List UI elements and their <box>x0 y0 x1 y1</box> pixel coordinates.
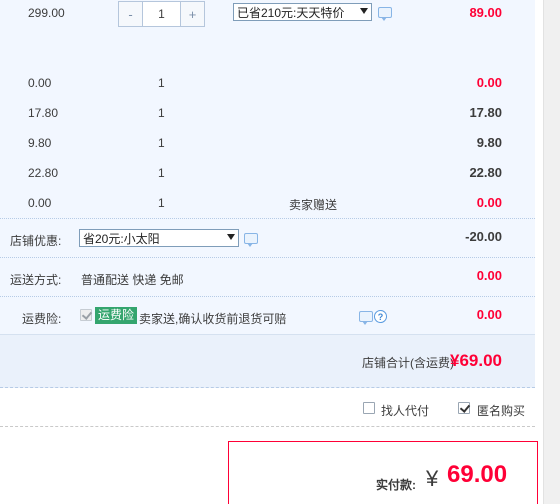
quantity-decrease-button[interactable]: - <box>119 2 143 26</box>
sub-item-quantity: 1 <box>158 76 165 90</box>
quantity-increase-button[interactable]: + <box>180 2 204 26</box>
sub-items-block <box>0 66 535 218</box>
help-icon[interactable]: ? <box>374 310 387 323</box>
anonymous-checkbox[interactable] <box>458 402 470 414</box>
proxy-pay-checkbox[interactable] <box>363 402 375 414</box>
chevron-down-icon <box>360 8 368 14</box>
payment-label: 实付款: <box>376 478 416 492</box>
sub-item-price: 22.80 <box>28 166 59 180</box>
divider <box>0 218 535 219</box>
sub-item-price: 17.80 <box>28 106 59 120</box>
shop-discount-amount: -20.00 <box>465 229 502 244</box>
shipping-label: 运送方式: <box>10 273 62 287</box>
quantity-input[interactable]: 1 <box>143 2 180 26</box>
payment-currency: ¥ <box>426 466 439 491</box>
sub-item-subtotal: 9.80 <box>476 135 502 150</box>
vertical-scrollbar[interactable] <box>543 0 560 504</box>
sub-item-subtotal: 17.80 <box>469 105 502 120</box>
sub-item-subtotal: 0.00 <box>476 75 502 90</box>
order-confirm-page: 299.00 - 1 + 已省210元:天天特价 89.00 0.00 1 0.… <box>0 0 540 504</box>
divider <box>0 257 535 258</box>
insurance-label: 运费险: <box>22 312 62 326</box>
sub-item-quantity: 1 <box>158 136 165 150</box>
gift-note: 卖家赠送 <box>289 198 338 212</box>
message-icon[interactable] <box>244 233 258 247</box>
insurance-amount: 0.00 <box>476 307 502 322</box>
chevron-down-icon <box>227 234 235 240</box>
item-promo-select-value: 已省210元:天天特价 <box>237 5 345 20</box>
sub-item-quantity: 1 <box>158 106 165 120</box>
main-item-price: 299.00 <box>28 6 65 20</box>
message-icon[interactable] <box>378 7 392 21</box>
divider <box>0 426 535 427</box>
insurance-checkbox <box>80 309 92 321</box>
sub-item-quantity: 1 <box>158 196 165 210</box>
quantity-stepper[interactable]: - 1 + <box>118 1 205 27</box>
shop-total-value: ¥69.00 <box>450 351 502 370</box>
shop-discount-select[interactable]: 省20元:小太阳 <box>79 229 239 247</box>
sub-item-price: 0.00 <box>28 76 52 90</box>
divider <box>0 296 535 297</box>
shipping-method[interactable]: 普通配送 快递 免邮 <box>81 271 184 288</box>
sub-item-subtotal: 22.80 <box>469 165 502 180</box>
sub-item-quantity: 1 <box>158 166 165 180</box>
shop-total-label: 店铺合计(含运费) <box>362 356 454 370</box>
shop-discount-label: 店铺优惠: <box>10 234 62 248</box>
anonymous-label[interactable]: 匿名购买 <box>477 402 525 419</box>
sub-item-price: 9.80 <box>28 136 52 150</box>
main-item-subtotal: 89.00 <box>469 5 502 20</box>
proxy-pay-label[interactable]: 找人代付 <box>381 402 429 419</box>
sub-item-subtotal: 0.00 <box>476 195 502 210</box>
shop-discount-select-value: 省20元:小太阳 <box>83 231 160 246</box>
payment-amount: 69.00 <box>447 461 508 488</box>
insurance-description: 卖家送,确认收货前退货可赔 <box>139 312 287 326</box>
insurance-tag: 运费险 <box>95 307 138 324</box>
shipping-amount: 0.00 <box>476 268 502 283</box>
sub-item-price: 0.00 <box>28 196 52 210</box>
item-promo-select[interactable]: 已省210元:天天特价 <box>233 3 372 21</box>
message-icon[interactable] <box>359 311 373 325</box>
